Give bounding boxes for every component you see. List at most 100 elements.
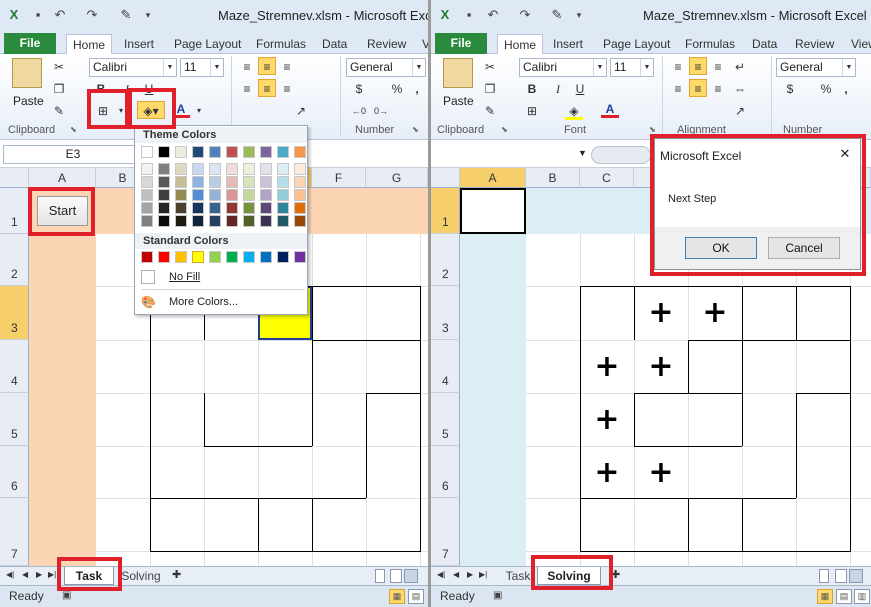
theme-color-swatch[interactable]: [226, 189, 238, 201]
theme-color-swatch[interactable]: [158, 189, 170, 201]
tab-home[interactable]: Home: [497, 34, 544, 55]
column-header-f[interactable]: F: [312, 168, 366, 188]
borders-icon[interactable]: ⊞: [523, 102, 541, 120]
font-color-icon[interactable]: A: [601, 100, 619, 118]
h-scroll-thumb[interactable]: [849, 569, 863, 583]
comma-button[interactable]: ,: [408, 80, 426, 98]
dialog-launcher-icon[interactable]: ⬊: [70, 125, 77, 134]
theme-color-swatch[interactable]: [294, 215, 306, 227]
currency-icon[interactable]: $: [350, 80, 368, 98]
dialog-launcher-icon[interactable]: ⬊: [501, 125, 508, 134]
new-sheet-icon[interactable]: ✚: [611, 568, 620, 581]
theme-color-swatch[interactable]: [260, 176, 272, 188]
row-header-5[interactable]: 5: [431, 393, 460, 446]
last-sheet-icon[interactable]: ▶|: [48, 570, 56, 579]
copy-icon[interactable]: ❐: [481, 80, 499, 98]
align-center-icon[interactable]: ≡: [258, 79, 276, 97]
font-size-combo[interactable]: 11 ▼: [610, 58, 654, 77]
theme-color-swatch[interactable]: [226, 215, 238, 227]
undo-icon[interactable]: ↶: [485, 7, 501, 23]
theme-color-swatch[interactable]: [175, 176, 187, 188]
theme-color-swatch[interactable]: [243, 202, 255, 214]
theme-color-swatch[interactable]: [192, 163, 204, 175]
cut-icon[interactable]: ✂: [50, 58, 68, 76]
wrap-text-icon[interactable]: ↵: [731, 58, 749, 76]
theme-color-swatch[interactable]: [277, 163, 289, 175]
page-layout-view-icon[interactable]: ▤: [408, 589, 424, 604]
theme-color-swatch[interactable]: [260, 146, 272, 158]
theme-color-swatch[interactable]: [294, 163, 306, 175]
theme-color-swatch[interactable]: [277, 146, 289, 158]
paste-icon[interactable]: [443, 58, 473, 88]
theme-color-swatch[interactable]: [243, 163, 255, 175]
number-format-combo[interactable]: General ▼: [776, 58, 856, 77]
row-header-3[interactable]: 3: [0, 286, 29, 340]
theme-color-swatch[interactable]: [175, 146, 187, 158]
format-painter-icon[interactable]: ✎: [118, 7, 134, 23]
undo-icon[interactable]: ↶: [52, 7, 68, 23]
theme-color-swatch[interactable]: [209, 202, 221, 214]
merge-icon[interactable]: ⇔: [731, 80, 749, 98]
theme-color-swatch[interactable]: [158, 146, 170, 158]
italic-button[interactable]: I: [118, 80, 136, 98]
percent-button[interactable]: %: [388, 80, 406, 98]
tab-formulas[interactable]: Formulas: [685, 34, 735, 54]
theme-color-swatch[interactable]: [277, 176, 289, 188]
theme-color-swatch[interactable]: [158, 176, 170, 188]
underline-button[interactable]: U: [571, 80, 589, 98]
theme-color-swatch[interactable]: [141, 163, 153, 175]
theme-color-swatch[interactable]: [226, 163, 238, 175]
standard-color-swatch[interactable]: [175, 251, 187, 263]
theme-color-swatch[interactable]: [141, 176, 153, 188]
dialog-launcher-icon[interactable]: ⬊: [649, 125, 656, 134]
sheet-tab-solving[interactable]: Solving: [537, 567, 601, 585]
theme-color-swatch[interactable]: [158, 163, 170, 175]
tab-review[interactable]: Review: [367, 34, 406, 54]
theme-color-swatch[interactable]: [209, 176, 221, 188]
bold-button[interactable]: B: [523, 80, 541, 98]
align-right-icon[interactable]: ≡: [278, 80, 296, 98]
fill-color-button[interactable]: ◈▾: [137, 101, 165, 119]
sheet-tab-solving[interactable]: Solving: [118, 567, 164, 585]
first-sheet-icon[interactable]: ◀|: [6, 570, 14, 579]
tab-data[interactable]: Data: [752, 34, 777, 54]
number-format-combo[interactable]: General ▼: [346, 58, 426, 77]
theme-color-swatch[interactable]: [277, 215, 289, 227]
tab-file[interactable]: File: [435, 33, 487, 54]
theme-color-swatch[interactable]: [243, 146, 255, 158]
align-top-icon[interactable]: ≡: [238, 58, 256, 76]
tab-page-layout[interactable]: Page Layout: [174, 34, 241, 54]
align-middle-icon[interactable]: ≡: [689, 57, 707, 75]
standard-color-swatch[interactable]: [243, 251, 255, 263]
align-bottom-icon[interactable]: ≡: [709, 58, 727, 76]
macro-record-icon[interactable]: ▣: [493, 590, 502, 601]
theme-color-swatch[interactable]: [277, 202, 289, 214]
column-header-g[interactable]: G: [366, 168, 428, 188]
row-header-6[interactable]: 6: [0, 446, 29, 498]
more-colors-option[interactable]: More Colors...: [169, 296, 238, 308]
theme-color-swatch[interactable]: [243, 215, 255, 227]
format-painter-icon[interactable]: ✎: [50, 102, 68, 120]
currency-icon[interactable]: $: [781, 80, 799, 98]
next-sheet-icon[interactable]: ▶: [467, 570, 473, 579]
active-cell-a1[interactable]: [460, 188, 526, 234]
qat-customize-icon[interactable]: ▾: [571, 7, 587, 23]
row-header-2[interactable]: 2: [431, 234, 460, 286]
row-header-2[interactable]: 2: [0, 234, 29, 286]
no-fill-option[interactable]: No Fill: [169, 271, 200, 283]
dialog-launcher-icon[interactable]: ⬊: [412, 125, 419, 134]
theme-color-swatch[interactable]: [209, 215, 221, 227]
column-header-a[interactable]: A: [460, 168, 526, 188]
macro-record-icon[interactable]: ▣: [62, 590, 71, 601]
row-header-4[interactable]: 4: [431, 340, 460, 393]
theme-color-swatch[interactable]: [260, 189, 272, 201]
theme-color-swatch[interactable]: [175, 163, 187, 175]
row-header-6[interactable]: 6: [431, 446, 460, 498]
prev-sheet-icon[interactable]: ◀: [22, 570, 28, 579]
standard-color-swatch[interactable]: [141, 251, 153, 263]
standard-color-swatch[interactable]: [277, 251, 289, 263]
borders-dropdown-icon[interactable]: ▾: [112, 102, 130, 120]
paste-icon[interactable]: [12, 58, 42, 88]
new-sheet-icon[interactable]: ✚: [172, 568, 181, 581]
format-painter-icon[interactable]: ✎: [481, 102, 499, 120]
